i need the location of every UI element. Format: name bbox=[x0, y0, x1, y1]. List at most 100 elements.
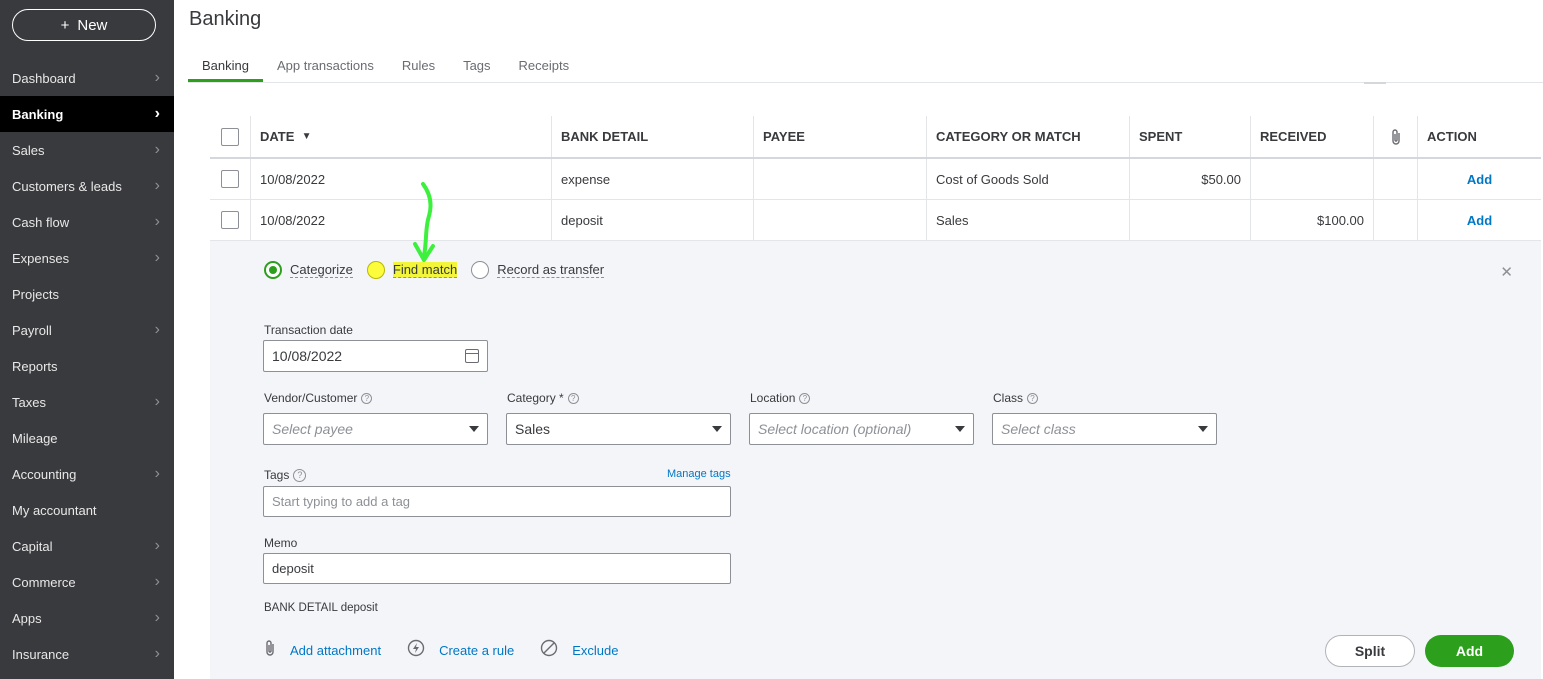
record-transfer-radio-label[interactable]: Record as transfer bbox=[497, 262, 605, 278]
sidebar-item-banking[interactable]: Banking › bbox=[0, 96, 174, 132]
column-header-payee[interactable]: PAYEE bbox=[754, 116, 927, 157]
sidebar-item-payroll[interactable]: Payroll › bbox=[0, 312, 174, 348]
sidebar-item-commerce[interactable]: Commerce › bbox=[0, 564, 174, 600]
table-row[interactable]: 10/08/2022 deposit Sales $100.00 Add bbox=[210, 200, 1541, 241]
vendor-select[interactable]: Select payee bbox=[263, 413, 488, 445]
add-attachment-link[interactable]: Add attachment bbox=[264, 639, 381, 661]
info-icon[interactable]: ? bbox=[293, 469, 307, 483]
transaction-date-value: 10/08/2022 bbox=[272, 348, 343, 364]
chevron-right-icon: › bbox=[154, 69, 160, 86]
info-icon[interactable]: ? bbox=[567, 393, 579, 405]
sidebar-item-reports[interactable]: Reports bbox=[0, 348, 174, 384]
sidebar-item-accounting[interactable]: Accounting › bbox=[0, 456, 174, 492]
select-all-checkbox[interactable] bbox=[221, 127, 239, 146]
sidebar-item-label: Expenses bbox=[12, 250, 70, 266]
categorize-radio-label[interactable]: Categorize bbox=[290, 262, 353, 278]
sidebar-item-insurance[interactable]: Insurance › bbox=[0, 636, 174, 672]
add-link[interactable]: Add bbox=[1467, 213, 1492, 228]
column-header-date[interactable]: DATE ▼ bbox=[251, 116, 552, 157]
sidebar-item-expenses[interactable]: Expenses › bbox=[0, 240, 174, 276]
row-select-cell bbox=[210, 159, 251, 199]
chevron-right-icon: › bbox=[154, 213, 160, 230]
sidebar-item-customers-leads[interactable]: Customers & leads › bbox=[0, 168, 174, 204]
tab-tags[interactable]: Tags bbox=[449, 50, 504, 82]
transaction-date-label: Transaction date bbox=[264, 323, 353, 337]
chevron-right-icon: › bbox=[154, 465, 160, 482]
categorize-panel: Categorize Find match Record as transfer… bbox=[210, 241, 1541, 679]
record-transfer-radio-circle[interactable] bbox=[471, 261, 490, 279]
select-all-cell bbox=[210, 116, 251, 157]
column-header-spent[interactable]: SPENT bbox=[1130, 116, 1251, 157]
cell-payee[interactable] bbox=[754, 200, 927, 240]
memo-value: deposit bbox=[272, 561, 314, 576]
sidebar-item-capital[interactable]: Capital › bbox=[0, 528, 174, 564]
cell-payee[interactable] bbox=[754, 159, 927, 199]
create-rule-link[interactable]: Create a rule bbox=[407, 639, 514, 661]
sidebar-item-dashboard[interactable]: Dashboard › bbox=[0, 60, 174, 96]
sidebar-item-mileage[interactable]: Mileage bbox=[0, 420, 174, 456]
info-icon[interactable]: ? bbox=[1027, 393, 1039, 405]
add-link[interactable]: Add bbox=[1467, 172, 1492, 187]
class-placeholder: Select class bbox=[1001, 421, 1076, 437]
sidebar-item-label: Sales bbox=[12, 142, 45, 158]
tab-banking[interactable]: Banking bbox=[188, 50, 263, 82]
add-button[interactable]: Add bbox=[1425, 635, 1514, 667]
vendor-placeholder: Select payee bbox=[272, 421, 353, 437]
category-select[interactable]: Sales bbox=[506, 413, 731, 445]
cell-spent: $50.00 bbox=[1130, 159, 1251, 199]
info-icon[interactable]: ? bbox=[799, 393, 811, 405]
sidebar-item-taxes[interactable]: Taxes › bbox=[0, 384, 174, 420]
new-button[interactable]: + New bbox=[12, 9, 156, 41]
sidebar-item-label: Mileage bbox=[12, 430, 58, 446]
close-icon[interactable]: ✕ bbox=[1500, 263, 1513, 281]
cell-action: Add bbox=[1418, 159, 1541, 199]
sidebar: + New Dashboard › Banking › Sales › Customers … bbox=[0, 0, 174, 679]
chevron-right-icon: › bbox=[154, 645, 160, 662]
row-checkbox[interactable] bbox=[221, 211, 239, 229]
column-header-category[interactable]: CATEGORY OR MATCH bbox=[927, 116, 1130, 157]
chevron-right-icon: › bbox=[154, 177, 160, 194]
sidebar-item-label: Banking bbox=[12, 106, 64, 122]
chevron-down-icon bbox=[1198, 426, 1208, 432]
sidebar-item-apps[interactable]: Apps › bbox=[0, 600, 174, 636]
record-transfer-radio[interactable]: Record as transfer bbox=[471, 261, 605, 279]
tab-receipts[interactable]: Receipts bbox=[505, 50, 584, 82]
categorize-radio[interactable]: Categorize bbox=[264, 261, 353, 279]
tab-rules[interactable]: Rules bbox=[388, 50, 449, 82]
sidebar-item-sales[interactable]: Sales › bbox=[0, 132, 174, 168]
column-header-bank-detail[interactable]: BANK DETAIL bbox=[552, 116, 754, 157]
info-icon[interactable]: ? bbox=[361, 393, 373, 405]
column-header-action: ACTION bbox=[1427, 129, 1477, 144]
transaction-date-field[interactable]: 10/08/2022 bbox=[263, 340, 488, 372]
exclude-link[interactable]: Exclude bbox=[540, 639, 618, 661]
manage-tags-link[interactable]: Manage tags bbox=[667, 468, 731, 480]
categorize-radio-circle[interactable] bbox=[264, 261, 282, 279]
location-select[interactable]: Select location (optional) bbox=[749, 413, 974, 445]
column-header-received[interactable]: RECEIVED bbox=[1251, 116, 1374, 157]
split-button[interactable]: Split bbox=[1325, 635, 1415, 667]
tab-app-transactions[interactable]: App transactions bbox=[263, 50, 388, 82]
class-select[interactable]: Select class bbox=[992, 413, 1217, 445]
sidebar-item-my-accountant[interactable]: My accountant bbox=[0, 492, 174, 528]
row-checkbox[interactable] bbox=[221, 170, 239, 188]
calendar-icon[interactable] bbox=[465, 349, 479, 363]
sidebar-item-cash-flow[interactable]: Cash flow › bbox=[0, 204, 174, 240]
cell-category[interactable]: Cost of Goods Sold bbox=[927, 159, 1130, 199]
lightning-icon bbox=[407, 639, 425, 661]
table-header: DATE ▼ BANK DETAIL PAYEE CATEGORY OR MAT… bbox=[210, 116, 1541, 159]
cell-bank-detail: expense bbox=[552, 159, 754, 199]
chevron-down-icon bbox=[955, 426, 965, 432]
tags-input[interactable]: Start typing to add a tag bbox=[263, 486, 731, 517]
column-header-attachment bbox=[1374, 116, 1418, 157]
memo-label: Memo bbox=[264, 536, 298, 550]
tab-divider bbox=[188, 82, 1543, 83]
category-label: Category *? bbox=[507, 391, 579, 405]
sidebar-item-projects[interactable]: Projects bbox=[0, 276, 174, 312]
find-match-radio-circle[interactable] bbox=[366, 261, 385, 279]
chevron-right-icon: › bbox=[154, 249, 160, 266]
memo-input[interactable]: deposit bbox=[263, 553, 731, 584]
page-title: Banking bbox=[189, 8, 262, 30]
cell-attachment bbox=[1374, 200, 1418, 240]
cell-category[interactable]: Sales bbox=[927, 200, 1130, 240]
table-row[interactable]: 10/08/2022 expense Cost of Goods Sold $50.0… bbox=[210, 159, 1541, 200]
